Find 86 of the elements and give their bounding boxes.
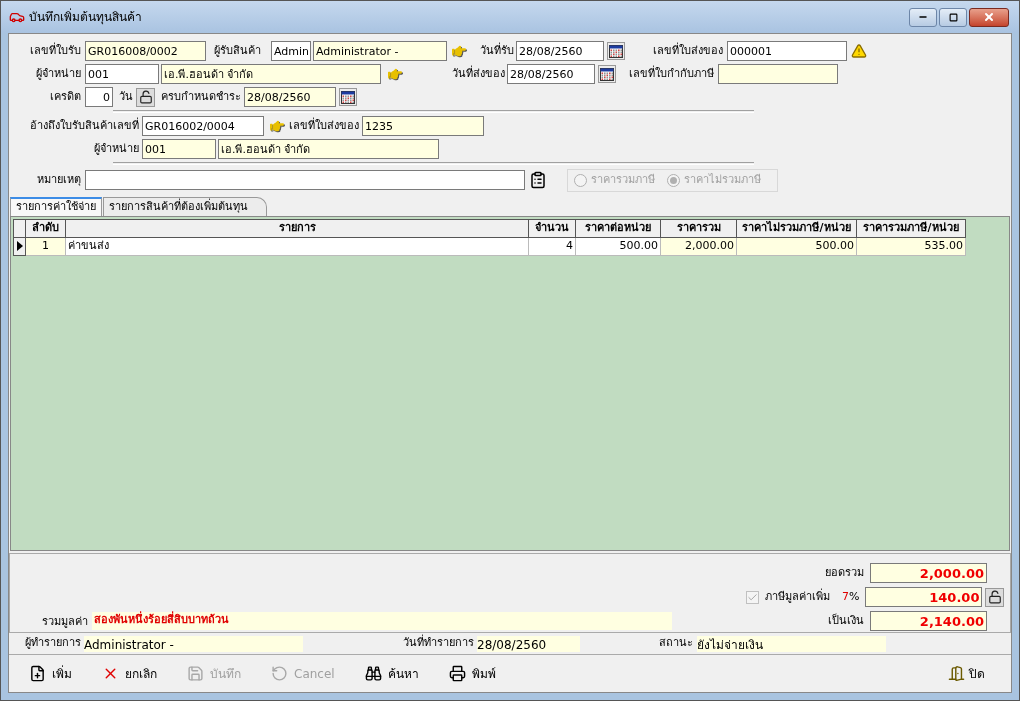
input-field[interactable]: 2,000.00	[870, 563, 987, 583]
input-field[interactable]: 2,140.00	[870, 611, 987, 631]
input-field[interactable]: เอ.พี.ฮอนด้า จำกัด	[218, 139, 439, 159]
input-field[interactable]: 001	[85, 64, 159, 84]
column-header[interactable]: ราคาไม่รวมภาษี/หน่วย	[736, 219, 857, 237]
field-label: รวมมูลค่า	[41, 613, 88, 630]
new-document-icon	[29, 665, 46, 682]
calendar-icon	[609, 44, 623, 58]
field-label: เลขที่ใบกำกับภาษี	[628, 65, 714, 82]
close-button[interactable]: ปิด	[948, 664, 985, 683]
field-label: เครดิต	[49, 88, 81, 105]
lock-button[interactable]	[136, 87, 155, 107]
field-label: ครบกำหนดชำระ	[161, 88, 241, 105]
undo-icon	[271, 665, 288, 682]
input-field[interactable]: 28/08/2560	[244, 87, 336, 107]
field-label: วันที่ส่งของ	[451, 65, 505, 82]
field-label: เลขที่ใบส่งของ	[289, 117, 359, 134]
calendar-icon	[341, 90, 355, 104]
field-label: ผู้ทำรายการ	[24, 635, 81, 652]
field-label: หมายเหตุ	[36, 171, 81, 188]
input-field[interactable]: 0	[85, 87, 113, 107]
field-label: เลขที่ใบรับ	[29, 42, 81, 59]
column-header[interactable]: รายการ	[65, 219, 529, 237]
creator-value: Administrator -	[84, 635, 303, 652]
column-header[interactable]: ราคารวม	[660, 219, 737, 237]
field-label: ผู้จำหน่าย	[93, 140, 139, 157]
padlock-icon	[138, 90, 153, 104]
field-label: อ้างถึงใบรับสินค้าเลขที่	[29, 117, 139, 134]
input-field[interactable]: 001	[142, 139, 216, 159]
input-field[interactable]: 000001	[727, 41, 847, 61]
binoculars-icon	[364, 665, 382, 682]
pointing-hand-icon	[387, 67, 403, 81]
window-title: บันทึกเพิ่มต้นทุนสินค้า	[29, 8, 142, 26]
input-field[interactable]: GR016002/0004	[142, 116, 264, 136]
column-header[interactable]: ราคาต่อหน่วย	[575, 219, 661, 237]
field-label: เลขที่ใบส่งของ	[652, 42, 723, 59]
close-window-button[interactable]	[969, 7, 1009, 27]
input-field[interactable]	[718, 64, 838, 84]
input-field[interactable]: 28/08/2560	[507, 64, 595, 84]
printer-icon	[448, 665, 466, 682]
field-label: วันที่ทำรายการ	[402, 635, 474, 652]
calendar-button[interactable]	[607, 42, 625, 60]
maximize-icon	[948, 12, 958, 22]
toolbar-button[interactable]: ค้นหา	[364, 664, 419, 683]
check-icon	[747, 591, 758, 603]
close-icon	[983, 11, 995, 23]
toolbar-button[interactable]: ยกเลิก	[102, 664, 157, 683]
current-row-icon	[16, 240, 23, 251]
date-value: 28/08/2560	[477, 635, 580, 652]
toolbar-button[interactable]: พิมพ์	[448, 664, 496, 683]
field-label: วัน	[119, 88, 133, 105]
padlock-icon	[987, 590, 1002, 604]
notepad-icon[interactable]	[529, 171, 547, 189]
field-label: ผู้รับสินค้า	[214, 42, 262, 59]
field-label: ผู้จำหน่าย	[35, 65, 81, 82]
door-icon	[948, 665, 965, 682]
tab[interactable]: รายการค่าใช้จ่าย	[10, 197, 102, 216]
pointing-hand-icon	[269, 119, 285, 133]
field-label: ยอดรวม	[824, 564, 864, 581]
input-field[interactable]: 1235	[362, 116, 484, 136]
input-field[interactable]: Administrator -	[313, 41, 447, 61]
column-header[interactable]: ราคารวมภาษี/หน่วย	[856, 219, 966, 237]
status-value: ยังไม่จ่ายเงิน	[697, 635, 886, 652]
calendar-button[interactable]	[598, 65, 616, 83]
pointing-hand-icon	[451, 44, 467, 58]
calendar-icon	[600, 67, 614, 81]
tab[interactable]: รายการสินค้าที่ต้องเพิ่มต้นทุน	[103, 197, 267, 216]
input-field[interactable]	[85, 170, 525, 190]
vat-rate: 7	[842, 588, 849, 605]
percent-sign: %	[849, 588, 860, 605]
amount-in-words: สองพันหนึ่งร้อยสี่สิบบาทถ้วน	[92, 612, 672, 630]
input-field[interactable]: 28/08/2560	[516, 41, 604, 61]
minimize-button[interactable]	[909, 7, 937, 27]
input-field[interactable]: GR016008/0002	[85, 41, 206, 61]
input-field[interactable]: เอ.พี.ฮอนด้า จำกัด	[161, 64, 381, 84]
column-header[interactable]: จำนวน	[528, 219, 576, 237]
field-label: ภาษีมูลค่าเพิ่ม	[765, 588, 830, 605]
toolbar-button[interactable]: เพิ่ม	[29, 664, 72, 683]
input-field[interactable]: Admin	[271, 41, 311, 61]
field-label: วันที่รับ	[479, 42, 514, 59]
field-label: เป็นเงิน	[827, 612, 864, 629]
lock-button[interactable]	[985, 587, 1005, 607]
calendar-button[interactable]	[339, 88, 357, 106]
maximize-button[interactable]	[939, 7, 967, 27]
field-label: สถานะ	[658, 635, 693, 652]
column-header[interactable]: ลำดับ	[25, 219, 66, 237]
